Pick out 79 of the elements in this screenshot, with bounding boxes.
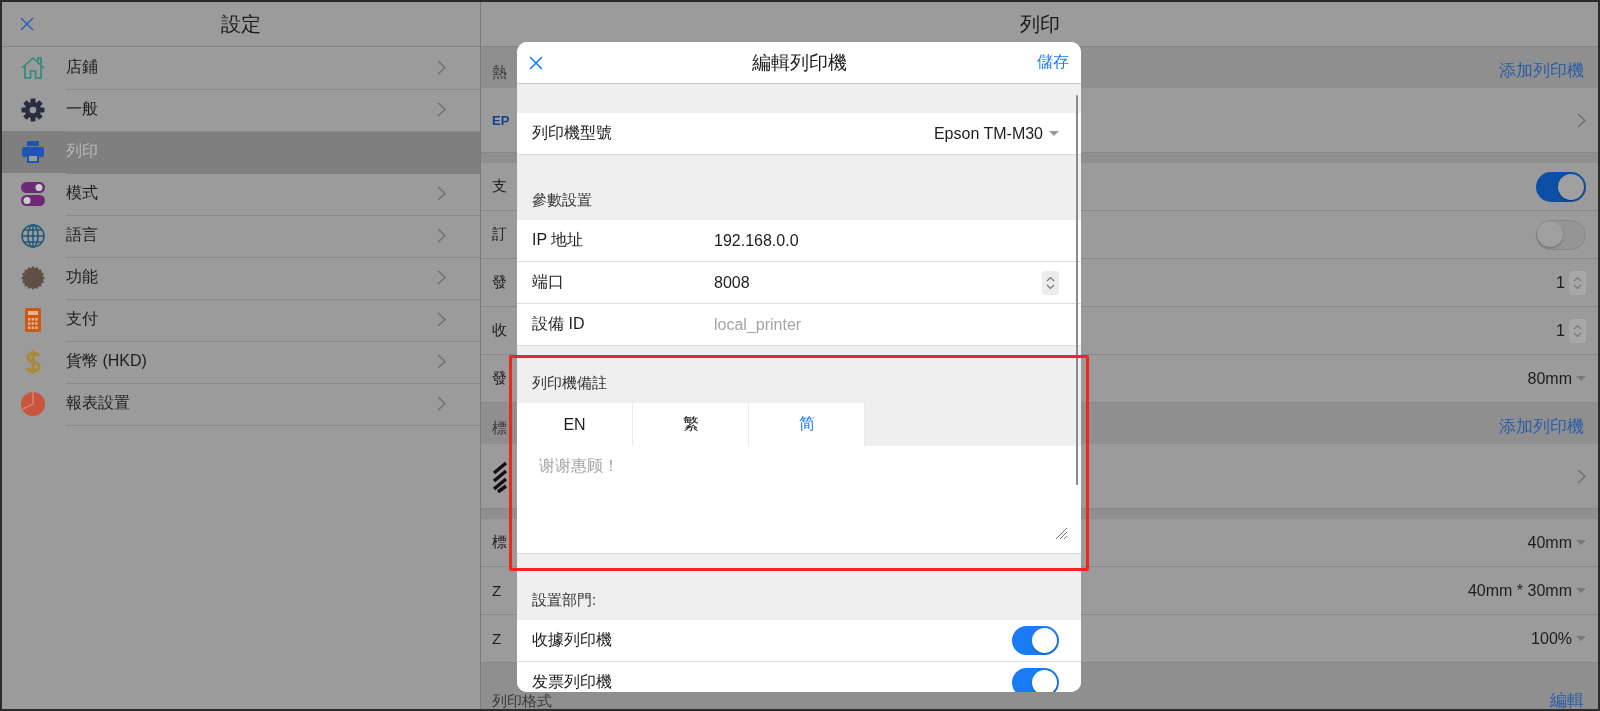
field-label: 列印機型號	[532, 123, 613, 143]
model-dropdown[interactable]: Epson TM-M30	[933, 124, 1059, 143]
input-field[interactable]: 8008	[714, 273, 1042, 292]
sidebar-item[interactable]: 一般	[2, 89, 480, 131]
section-heading: 列印格式	[492, 693, 552, 709]
globe-icon	[20, 223, 46, 249]
dropdown[interactable]: 80mm	[1527, 369, 1586, 388]
setting-label: 支	[492, 177, 507, 196]
close-icon[interactable]	[529, 55, 543, 70]
dropdown[interactable]: 40mm	[1527, 533, 1586, 552]
language-tab[interactable]: 简	[749, 403, 865, 446]
setting-label: Z	[492, 582, 502, 599]
resize-handle-icon[interactable]	[1055, 527, 1067, 539]
seal-icon	[20, 265, 46, 291]
field-label: 收據列印機	[532, 630, 613, 650]
dropdown[interactable]: 40mm * 30mm	[1467, 581, 1586, 600]
chevron-right-icon	[1577, 112, 1586, 128]
printer-icon	[20, 139, 46, 165]
toggle-switch[interactable]	[1536, 219, 1586, 250]
stripes-icon	[492, 459, 508, 493]
field-label: 設備 ID	[532, 314, 586, 334]
toggle-switch[interactable]	[1012, 626, 1059, 655]
caret-down-icon	[1576, 587, 1586, 594]
close-icon[interactable]	[20, 17, 34, 31]
caret-down-icon	[1576, 539, 1586, 546]
field-label: 端口	[532, 272, 565, 292]
section-heading: 列印機備註	[532, 374, 607, 393]
caret-down-icon	[1576, 635, 1586, 642]
toggle-switch[interactable]	[1536, 171, 1586, 202]
chevron-right-icon	[437, 396, 446, 411]
caret-down-icon	[1576, 375, 1586, 382]
chevron-right-icon	[437, 354, 446, 369]
dialog-title: 編輯列印機	[751, 50, 847, 75]
settings-icon	[20, 97, 46, 123]
house-icon	[20, 55, 46, 81]
save-link[interactable]: 儲存	[1037, 52, 1069, 73]
toggles-icon	[20, 181, 46, 207]
sidebar-item[interactable]: 功能	[2, 257, 480, 299]
stepper-icon[interactable]	[1042, 270, 1059, 295]
section-heading: 標	[492, 419, 507, 438]
section-heading: 參數設置	[532, 191, 592, 210]
language-tab[interactable]: EN	[517, 403, 633, 446]
setting-label: 訂	[492, 225, 507, 244]
sidebar-item[interactable]: 報表設置	[2, 383, 480, 425]
scrollbar[interactable]	[1076, 95, 1078, 485]
sidebar-item[interactable]: 模式	[2, 173, 480, 215]
stepper-icon[interactable]	[1569, 318, 1586, 343]
setting-label: Z	[492, 630, 502, 647]
chevron-right-icon	[437, 186, 446, 201]
chevron-right-icon	[1577, 468, 1586, 484]
field-label: IP 地址	[532, 230, 585, 250]
language-tab[interactable]: 繁	[633, 403, 749, 446]
chevron-right-icon	[437, 228, 446, 243]
sidebar-item[interactable]: 語言	[2, 215, 480, 257]
number-value: 1	[1556, 273, 1565, 292]
setting-label: 發	[492, 369, 507, 388]
panel-title: 設定	[221, 11, 261, 37]
setting-label: 標	[492, 533, 507, 552]
sidebar-item[interactable]: 貨幣 (HKD)	[2, 341, 480, 383]
sidebar-item[interactable]: 支付	[2, 299, 480, 341]
dropdown[interactable]: 100%	[1531, 629, 1586, 648]
panel-title: 列印	[1019, 11, 1060, 37]
chevron-right-icon	[437, 102, 446, 117]
brand-logo: EP	[492, 112, 510, 128]
chevron-right-icon	[437, 312, 446, 327]
chevron-right-icon	[437, 60, 446, 75]
section-heading: 設置部門:	[532, 591, 597, 610]
caret-down-icon	[1049, 130, 1059, 137]
toggle-switch[interactable]	[1012, 668, 1059, 692]
field-label: 发票列印機	[532, 672, 613, 692]
stepper-icon[interactable]	[1569, 270, 1586, 295]
input-field[interactable]: 192.168.0.0	[714, 231, 1059, 250]
setting-label: 收	[492, 321, 507, 340]
sidebar-item[interactable]: 店鋪	[2, 47, 480, 89]
setting-label: 發	[492, 273, 507, 292]
chevron-right-icon	[437, 270, 446, 285]
number-value: 1	[1556, 321, 1565, 340]
section-heading: 熱	[492, 63, 507, 82]
pie-chart-icon	[20, 391, 46, 417]
